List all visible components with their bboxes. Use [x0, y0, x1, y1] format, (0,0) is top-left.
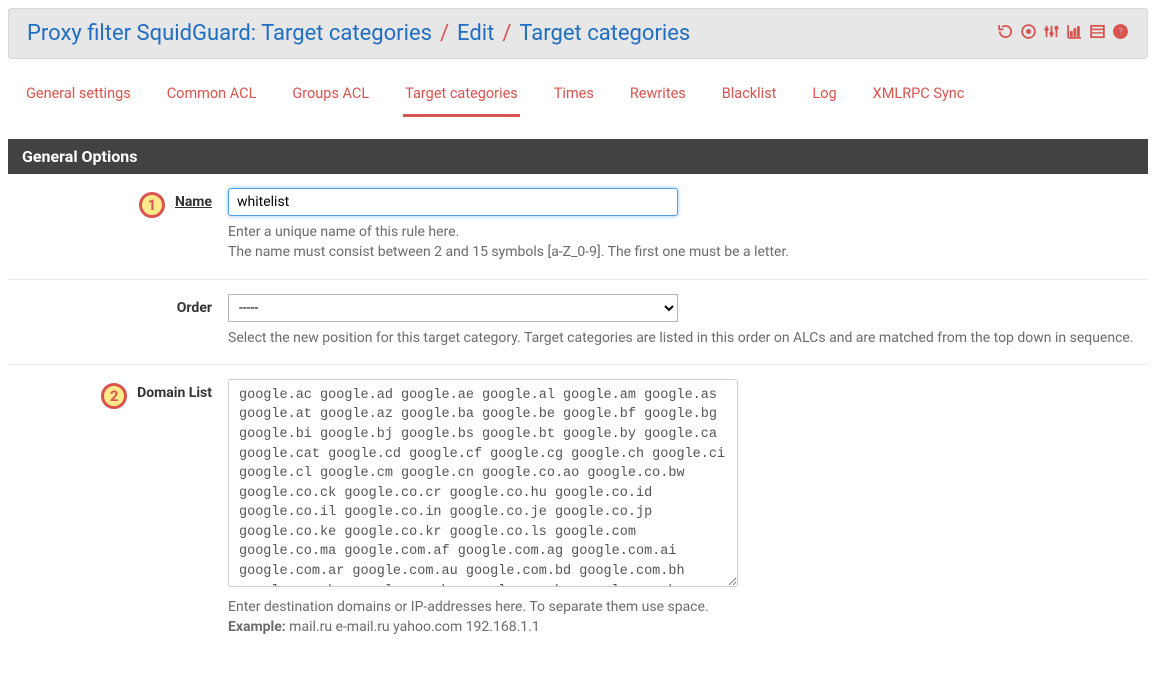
- tab-times[interactable]: Times: [552, 77, 596, 117]
- page-header: Proxy filter SquidGuard: Target categori…: [8, 8, 1148, 59]
- name-help: Enter a unique name of this rule here. T…: [228, 222, 1134, 263]
- chart-icon[interactable]: [1066, 23, 1083, 45]
- domain-list-help: Enter destination domains or IP-addresse…: [228, 597, 1134, 638]
- name-input[interactable]: [228, 188, 678, 216]
- row-domain-list: 2 Domain List Enter destination domains …: [8, 365, 1148, 654]
- tab-xmlrpc-sync[interactable]: XMLRPC Sync: [871, 77, 967, 117]
- breadcrumb-target-categories[interactable]: Target categories: [519, 21, 690, 46]
- name-label: Name: [175, 194, 212, 210]
- row-name: 1 Name Enter a unique name of this rule …: [8, 174, 1148, 280]
- domain-list-textarea[interactable]: [228, 379, 738, 587]
- order-label: Order: [177, 300, 212, 316]
- help-icon[interactable]: ?: [1112, 23, 1129, 45]
- breadcrumb: Proxy filter SquidGuard: Target categori…: [27, 21, 690, 46]
- tab-target-categories[interactable]: Target categories: [403, 77, 520, 117]
- panel-title: General Options: [8, 139, 1148, 174]
- tab-rewrites[interactable]: Rewrites: [628, 77, 688, 117]
- row-order: Order ----- Select the new position for …: [8, 280, 1148, 365]
- breadcrumb-title: Proxy filter SquidGuard: Target categori…: [27, 21, 432, 46]
- order-help: Select the new position for this target …: [228, 328, 1134, 348]
- annotation-1: 1: [139, 192, 165, 218]
- annotation-2: 2: [101, 383, 127, 409]
- tab-log[interactable]: Log: [810, 77, 838, 117]
- header-icon-group: ?: [997, 23, 1129, 45]
- domain-list-label: Domain List: [137, 385, 212, 401]
- tab-bar: General settings Common ACL Groups ACL T…: [8, 77, 1148, 117]
- tab-general-settings[interactable]: General settings: [24, 77, 133, 117]
- list-icon[interactable]: [1089, 23, 1106, 45]
- tab-blacklist[interactable]: Blacklist: [720, 77, 779, 117]
- general-options-panel: General Options 1 Name Enter a unique na…: [8, 139, 1148, 653]
- breadcrumb-sep: /: [502, 21, 511, 46]
- svg-text:?: ?: [1118, 27, 1123, 38]
- order-select[interactable]: -----: [228, 294, 678, 322]
- tab-common-acl[interactable]: Common ACL: [165, 77, 259, 117]
- target-icon[interactable]: [1020, 23, 1037, 45]
- refresh-icon[interactable]: [997, 23, 1014, 45]
- tab-groups-acl[interactable]: Groups ACL: [290, 77, 371, 117]
- breadcrumb-edit[interactable]: Edit: [457, 21, 494, 46]
- breadcrumb-sep: /: [440, 21, 449, 46]
- sliders-icon[interactable]: [1043, 23, 1060, 45]
